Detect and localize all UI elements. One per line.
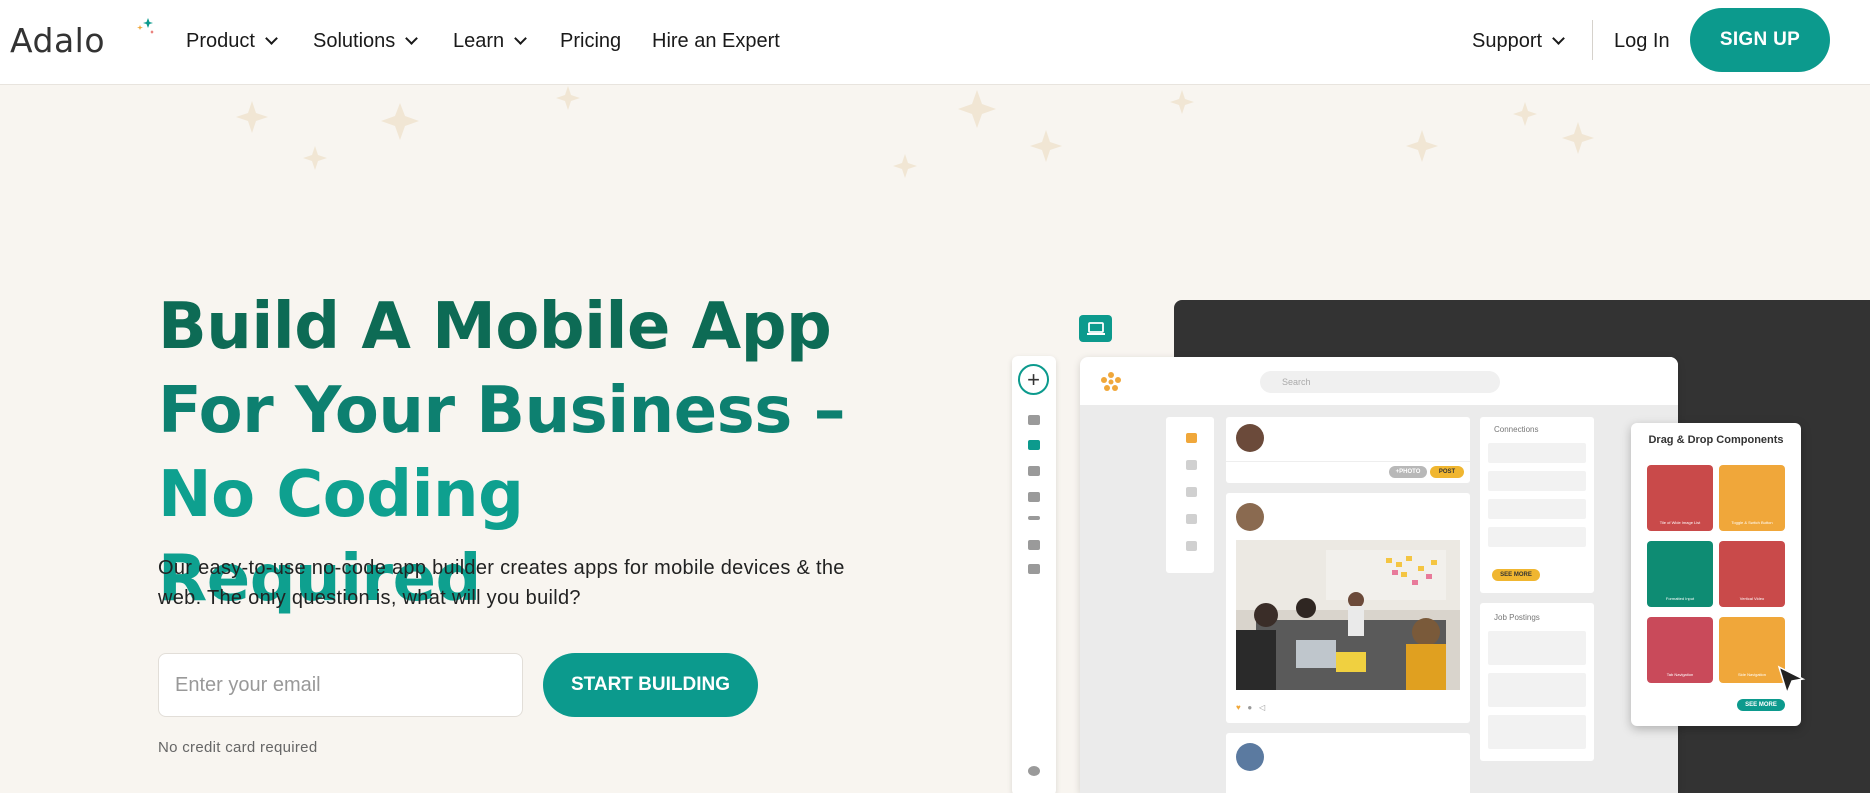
home-icon <box>1186 433 1197 443</box>
nav-support-label: Support <box>1472 29 1543 52</box>
add-component-icon: + <box>1018 364 1049 395</box>
like-icon: ♥ <box>1236 703 1241 712</box>
start-building-button[interactable]: START BUILDING <box>543 653 758 717</box>
nav-divider <box>1592 20 1593 60</box>
component-tile: Tile of Wide Image List <box>1647 465 1713 531</box>
drag-drop-title: Drag & Drop Components <box>1648 434 1784 446</box>
app-preview-header: Search <box>1080 357 1678 405</box>
nav-learn-label: Learn <box>453 29 505 52</box>
gear-icon <box>1186 541 1197 551</box>
briefcase-icon <box>1186 487 1197 497</box>
app-search-field: Search <box>1260 371 1500 393</box>
connections-title: Connections <box>1494 425 1539 434</box>
nav-solutions[interactable]: Solutions <box>313 26 419 56</box>
component-tile: Vertical Video <box>1719 541 1785 607</box>
logo-sparkle-icon <box>137 18 154 34</box>
top-navigation: Adalo Product Solutions Learn Pricing Hi… <box>0 0 1870 85</box>
nav-hire-expert[interactable]: Hire an Expert <box>652 26 780 56</box>
app-logo-icon <box>1101 372 1121 391</box>
nav-product-label: Product <box>186 29 255 52</box>
screens-icon <box>1028 440 1040 450</box>
decorative-sparkles <box>236 86 1594 178</box>
palette-icon <box>1028 415 1040 425</box>
chat-icon <box>1186 460 1197 470</box>
cursor-arrow-icon <box>1777 665 1806 696</box>
post-composer-card: +PHOTO POST <box>1226 417 1470 483</box>
nav-hire-expert-label: Hire an Expert <box>652 29 780 52</box>
profile-icon <box>1186 514 1197 524</box>
chevron-down-icon <box>405 31 419 45</box>
chevron-down-icon <box>514 31 528 45</box>
builder-toolbar: + <box>1012 356 1056 793</box>
login-link[interactable]: Log In <box>1614 26 1670 56</box>
signup-button[interactable]: SIGN UP <box>1690 8 1830 72</box>
post-pill: POST <box>1430 466 1464 478</box>
hero-subtitle: Our easy-to-use no-code app builder crea… <box>158 557 845 609</box>
nav-support[interactable]: Support <box>1472 26 1565 56</box>
connections-see-more: SEE MORE <box>1492 569 1540 581</box>
feed-post-card: ♥ ● ◁ <box>1226 493 1470 723</box>
nav-product[interactable]: Product <box>186 26 278 56</box>
office-meeting-photo <box>1236 540 1460 690</box>
component-tile: Toggle & Switch Button <box>1719 465 1785 531</box>
feed-post-card <box>1226 733 1470 793</box>
adalo-logo[interactable]: Adalo <box>10 18 154 62</box>
check-icon <box>1028 766 1040 776</box>
chevron-down-icon <box>1552 31 1565 45</box>
analytics-icon <box>1028 540 1040 550</box>
nav-learn[interactable]: Learn <box>453 26 528 56</box>
comment-icon: ● <box>1247 703 1253 712</box>
nav-pricing-label: Pricing <box>560 29 622 52</box>
components-see-more: SEE MORE <box>1737 699 1785 711</box>
app-preview-window: Search +PHOTO POST ♥ ● ◁ Connections SEE… <box>1080 357 1678 793</box>
layers-icon <box>1028 564 1040 574</box>
component-tile: Formatted Input <box>1647 541 1713 607</box>
drag-drop-components-panel: Drag & Drop Components Tile of Wide Imag… <box>1631 423 1806 726</box>
laptop-icon <box>1079 315 1112 342</box>
settings-icon <box>1028 492 1040 502</box>
photo-pill: +PHOTO <box>1389 466 1427 478</box>
login-label: Log In <box>1614 29 1670 52</box>
post-actions: ♥ ● ◁ <box>1236 703 1265 712</box>
chevron-down-icon <box>265 31 278 45</box>
hero-title-line-2: For Your Business – <box>158 374 846 448</box>
job-postings-card: Job Postings <box>1480 603 1594 761</box>
nav-solutions-label: Solutions <box>313 29 396 52</box>
nav-pricing[interactable]: Pricing <box>560 26 621 56</box>
app-side-nav <box>1166 417 1214 573</box>
connections-card: Connections SEE MORE <box>1480 417 1594 593</box>
avatar <box>1236 503 1264 531</box>
copy-icon <box>1028 466 1040 476</box>
component-tile: Tab Navigation <box>1647 617 1713 683</box>
avatar <box>1236 743 1264 771</box>
email-input[interactable] <box>158 653 523 717</box>
avatar <box>1236 424 1264 452</box>
component-tile: Side Navigation <box>1719 617 1785 683</box>
brush-icon <box>1028 516 1040 520</box>
job-postings-title: Job Postings <box>1494 613 1540 622</box>
logo-text: Adalo <box>10 20 106 60</box>
share-icon: ◁ <box>1258 703 1266 712</box>
hero-title-line-1: Build A Mobile App <box>158 290 832 364</box>
no-credit-card-note: No credit card required <box>158 739 318 756</box>
